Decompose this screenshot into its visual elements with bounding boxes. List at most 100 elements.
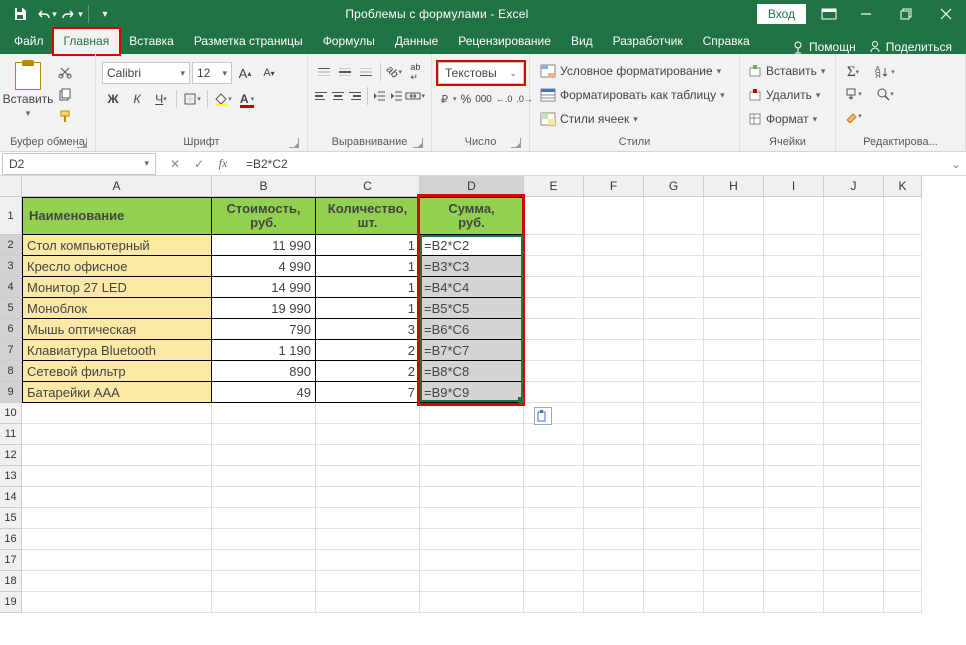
cell-J17[interactable] [824, 550, 884, 571]
cell-C19[interactable] [316, 592, 420, 613]
increase-indent-icon[interactable] [389, 86, 404, 106]
cell-H18[interactable] [704, 571, 764, 592]
cell-D4[interactable]: =B4*C4 [420, 277, 524, 298]
row-header-3[interactable]: 3 [0, 256, 22, 277]
cell-I17[interactable] [764, 550, 824, 571]
cell-E11[interactable] [524, 424, 584, 445]
cell-I1[interactable] [764, 197, 824, 235]
row-header-16[interactable]: 16 [0, 529, 22, 550]
cell-A10[interactable] [22, 403, 212, 424]
cell-B12[interactable] [212, 445, 316, 466]
cell-G3[interactable] [644, 256, 704, 277]
cell-K7[interactable] [884, 340, 922, 361]
cell-I14[interactable] [764, 487, 824, 508]
cell-E9[interactable] [524, 382, 584, 403]
fill-color-icon[interactable]: ▾ [212, 88, 234, 110]
cell-K5[interactable] [884, 298, 922, 319]
cell-K8[interactable] [884, 361, 922, 382]
cell-E10[interactable] [524, 403, 584, 424]
tab-insert[interactable]: Вставка [119, 29, 184, 54]
cell-J5[interactable] [824, 298, 884, 319]
worksheet-grid[interactable]: ABCDEFGHIJK 1234567891011121314151617181… [0, 176, 966, 645]
cell-I5[interactable] [764, 298, 824, 319]
cell-A6[interactable]: Мышь оптическая [22, 319, 212, 340]
cell-K2[interactable] [884, 235, 922, 256]
cell-B7[interactable]: 1 190 [212, 340, 316, 361]
cell-F11[interactable] [584, 424, 644, 445]
cell-F19[interactable] [584, 592, 644, 613]
column-header-G[interactable]: G [644, 176, 704, 197]
cell-D14[interactable] [420, 487, 524, 508]
cell-G16[interactable] [644, 529, 704, 550]
cell-C16[interactable] [316, 529, 420, 550]
cell-H6[interactable] [704, 319, 764, 340]
redo-icon[interactable]: ▾ [60, 3, 84, 25]
cell-J13[interactable] [824, 466, 884, 487]
cell-F17[interactable] [584, 550, 644, 571]
cell-A16[interactable] [22, 529, 212, 550]
formula-input[interactable]: =B2*C2 [240, 157, 946, 171]
cell-G19[interactable] [644, 592, 704, 613]
align-center-icon[interactable] [331, 86, 346, 106]
tab-view[interactable]: Вид [561, 29, 603, 54]
cell-C6[interactable]: 3 [316, 319, 420, 340]
column-header-C[interactable]: C [316, 176, 420, 197]
paste-button[interactable]: Вставить ▾ [6, 58, 50, 134]
cell-E15[interactable] [524, 508, 584, 529]
cell-B10[interactable] [212, 403, 316, 424]
cell-A13[interactable] [22, 466, 212, 487]
cell-A5[interactable]: Моноблок [22, 298, 212, 319]
cell-E17[interactable] [524, 550, 584, 571]
cell-K11[interactable] [884, 424, 922, 445]
cell-H14[interactable] [704, 487, 764, 508]
cell-H7[interactable] [704, 340, 764, 361]
alignment-dialog-icon[interactable] [413, 138, 423, 148]
cell-F12[interactable] [584, 445, 644, 466]
row-header-5[interactable]: 5 [0, 298, 22, 319]
row-header-6[interactable]: 6 [0, 319, 22, 340]
cell-J7[interactable] [824, 340, 884, 361]
format-cells-button[interactable]: Формат▾ [746, 108, 829, 130]
cell-I8[interactable] [764, 361, 824, 382]
sign-in-button[interactable]: Вход [757, 4, 806, 24]
decrease-indent-icon[interactable] [372, 86, 387, 106]
cell-I16[interactable] [764, 529, 824, 550]
cell-C12[interactable] [316, 445, 420, 466]
cell-A9[interactable]: Батарейки AAA [22, 382, 212, 403]
cell-D5[interactable]: =B5*C5 [420, 298, 524, 319]
column-header-E[interactable]: E [524, 176, 584, 197]
cell-B2[interactable]: 11 990 [212, 235, 316, 256]
cell-K17[interactable] [884, 550, 922, 571]
cell-E8[interactable] [524, 361, 584, 382]
cell-D1[interactable]: Сумма,руб. [420, 197, 524, 235]
conditional-formatting-button[interactable]: Условное форматирование▾ [536, 60, 733, 82]
cell-D6[interactable]: =B6*C6 [420, 319, 524, 340]
cell-G10[interactable] [644, 403, 704, 424]
cell-D2[interactable]: =B2*C2 [420, 235, 524, 256]
cell-K14[interactable] [884, 487, 922, 508]
cell-B11[interactable] [212, 424, 316, 445]
cell-H16[interactable] [704, 529, 764, 550]
ribbon-display-icon[interactable] [812, 0, 846, 28]
cell-C1[interactable]: Количество,шт. [316, 197, 420, 235]
cell-B18[interactable] [212, 571, 316, 592]
tab-help[interactable]: Справка [693, 29, 760, 54]
cell-A19[interactable] [22, 592, 212, 613]
column-header-F[interactable]: F [584, 176, 644, 197]
cell-D7[interactable]: =B7*C7 [420, 340, 524, 361]
cell-I18[interactable] [764, 571, 824, 592]
cell-E5[interactable] [524, 298, 584, 319]
insert-cells-button[interactable]: Вставить▾ [746, 60, 829, 82]
cell-G4[interactable] [644, 277, 704, 298]
cell-F7[interactable] [584, 340, 644, 361]
close-icon[interactable] [926, 0, 966, 28]
cell-K19[interactable] [884, 592, 922, 613]
cell-E16[interactable] [524, 529, 584, 550]
cell-A17[interactable] [22, 550, 212, 571]
cell-I12[interactable] [764, 445, 824, 466]
cell-H19[interactable] [704, 592, 764, 613]
cell-D18[interactable] [420, 571, 524, 592]
cell-C2[interactable]: 1 [316, 235, 420, 256]
cell-E1[interactable] [524, 197, 584, 235]
cell-D8[interactable]: =B8*C8 [420, 361, 524, 382]
